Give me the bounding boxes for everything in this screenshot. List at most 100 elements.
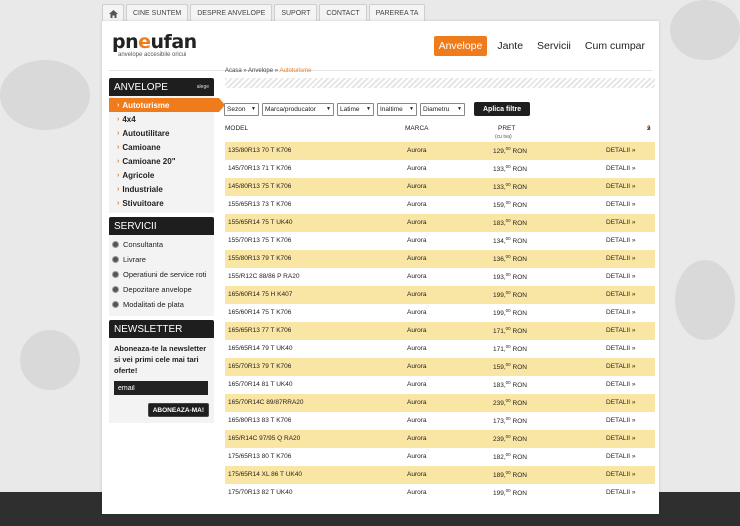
details-link[interactable]: DETALII » — [606, 399, 636, 406]
row-brand: Aurora — [407, 399, 427, 406]
breadcrumb-home[interactable]: Acasa — [225, 68, 242, 74]
details-link[interactable]: DETALII » — [606, 237, 636, 244]
price-value: 171 — [493, 346, 504, 354]
site-logo[interactable]: pneufan anvelope accesibile oricui — [112, 32, 197, 58]
main-nav-anvelope[interactable]: Anvelope — [433, 36, 488, 56]
service-operatiuni[interactable]: Operatiuni de service roti — [109, 267, 214, 282]
details-link[interactable]: DETALII » — [606, 453, 636, 460]
details-link[interactable]: DETALII » — [606, 435, 636, 442]
filter-latime-select[interactable]: Latime ▼ — [337, 102, 374, 116]
category-stivuitoare[interactable]: › Stivuitoare — [109, 196, 214, 210]
apply-filters-button[interactable]: Aplica filtre — [474, 102, 531, 116]
service-depozitare[interactable]: Depozitare anvelope — [109, 282, 214, 297]
filter-marca-select[interactable]: Marca/producator ▼ — [262, 102, 334, 116]
select-label: Inaltime — [380, 105, 403, 113]
service-modalitati-plata[interactable]: Modalitati de plata — [109, 297, 214, 312]
breadcrumb-anvelope[interactable]: Anvelope — [248, 68, 273, 74]
breadcrumb: Acasa » Anvelope » Autoturisme — [225, 68, 311, 74]
row-price: 189,00 RON — [493, 470, 527, 480]
row-price: 199,00 RON — [493, 488, 527, 498]
page-next[interactable]: » — [647, 125, 651, 132]
top-nav-parerea-ta[interactable]: PAREREA TA — [368, 4, 426, 22]
details-link[interactable]: DETALII » — [606, 309, 636, 316]
price-value: 183 — [493, 220, 504, 228]
service-livrare[interactable]: Livrare — [109, 252, 214, 267]
main-nav-cum-cumpar[interactable]: Cum cumpar — [581, 36, 649, 56]
category-camioane[interactable]: › Camioane — [109, 140, 214, 154]
price-value: 173 — [493, 418, 504, 426]
top-nav-cine-suntem[interactable]: CINE SUNTEM — [126, 4, 189, 22]
row-brand: Aurora — [407, 345, 427, 352]
price-currency: RON — [512, 382, 527, 390]
category-autoutilitare[interactable]: › Autoutilitare — [109, 126, 214, 140]
details-link[interactable]: DETALII » — [606, 273, 636, 280]
category-label: Autoturisme — [122, 100, 170, 110]
tire-icon — [112, 301, 119, 308]
details-link[interactable]: DETALII » — [606, 165, 636, 172]
table-row: 155/R12C 88/86 P RA20 Aurora 193,00 RON DET… — [225, 268, 655, 286]
details-link[interactable]: DETALII » — [606, 471, 636, 478]
category-agricole[interactable]: › Agricole — [109, 168, 214, 182]
price-currency: RON — [512, 364, 527, 372]
price-value: 199 — [493, 292, 504, 300]
row-model: 165/60R14 75 H K407 — [228, 291, 293, 298]
main-nav-jante[interactable]: Jante — [493, 36, 527, 56]
details-link[interactable]: DETALII » — [606, 255, 636, 262]
details-link[interactable]: DETALII » — [606, 201, 636, 208]
details-link[interactable]: DETALII » — [606, 417, 636, 424]
row-model: 165/60R14 75 T K706 — [228, 309, 292, 316]
row-price: 173,00 RON — [493, 416, 527, 426]
home-tab[interactable] — [102, 4, 124, 22]
details-link[interactable]: DETALII » — [606, 327, 636, 334]
newsletter-body: Aboneaza-te la newsletter si vei primi c… — [109, 338, 214, 423]
chevron-right-icon: › — [117, 115, 120, 123]
filter-diametru-select[interactable]: Diametru ▼ — [420, 102, 465, 116]
row-brand: Aurora — [407, 381, 427, 388]
row-model: 165/70R14C 89/87RRA20 — [228, 399, 304, 406]
details-link[interactable]: DETALII » — [606, 183, 636, 190]
price-cents: 00 — [505, 200, 511, 205]
service-label: Modalitati de plata — [123, 300, 184, 309]
details-link[interactable]: DETALII » — [606, 363, 636, 370]
newsletter-email-input[interactable] — [114, 381, 208, 395]
category-label: Camioane 20" — [122, 156, 176, 166]
top-nav-contact[interactable]: CONTACT — [319, 4, 367, 22]
chevron-down-icon: ▼ — [409, 106, 414, 112]
row-brand: Aurora — [407, 309, 427, 316]
newsletter-subscribe-button[interactable]: ABONEAZA-MA! — [147, 403, 209, 417]
details-link[interactable]: DETALII » — [606, 381, 636, 388]
row-price: 199,00 RON — [493, 308, 527, 318]
select-label: Sezon — [227, 105, 246, 113]
filter-sezon-select[interactable]: Sezon ▼ — [224, 102, 259, 116]
row-brand: Aurora — [407, 201, 427, 208]
category-label: Industriale — [122, 184, 163, 194]
details-link[interactable]: DETALII » — [606, 219, 636, 226]
top-nav-suport[interactable]: SUPORT — [274, 4, 318, 22]
logo-tagline: anvelope accesibile oricui — [118, 52, 187, 58]
price-cents: 00 — [505, 290, 511, 295]
newsletter-box-title: NEWSLETTER — [114, 323, 183, 335]
details-link[interactable]: DETALII » — [606, 291, 636, 298]
row-price: 171,00 RON — [493, 344, 527, 354]
filter-inaltime-select[interactable]: Inaltime ▼ — [377, 102, 417, 116]
table-row: 155/70R13 75 T K706 Aurora 134,00 RON DETAL… — [225, 232, 655, 250]
row-model: 155/80R13 79 T K706 — [228, 255, 292, 262]
main-nav-servicii[interactable]: Servicii — [533, 36, 575, 56]
category-camioane-20[interactable]: › Camioane 20" — [109, 154, 214, 168]
category-autoturisme[interactable]: › Autoturisme — [109, 98, 225, 112]
category-industriale[interactable]: › Industriale — [109, 182, 214, 196]
background-splat — [675, 260, 735, 340]
details-link[interactable]: DETALII » — [606, 345, 636, 352]
home-icon — [108, 9, 118, 18]
row-brand: Aurora — [407, 237, 427, 244]
details-link[interactable]: DETALII » — [606, 489, 636, 496]
row-brand: Aurora — [407, 327, 427, 334]
price-cents: 00 — [505, 434, 511, 439]
category-label: Camioane — [122, 142, 161, 152]
row-model: 135/80R13 70 T K706 — [228, 147, 292, 154]
top-nav-despre-anvelope[interactable]: DESPRE ANVELOPE — [190, 4, 273, 22]
service-consultanta[interactable]: Consultanta — [109, 237, 214, 252]
price-value: 136 — [493, 256, 504, 264]
category-4x4[interactable]: › 4x4 — [109, 112, 214, 126]
details-link[interactable]: DETALII » — [606, 147, 636, 154]
